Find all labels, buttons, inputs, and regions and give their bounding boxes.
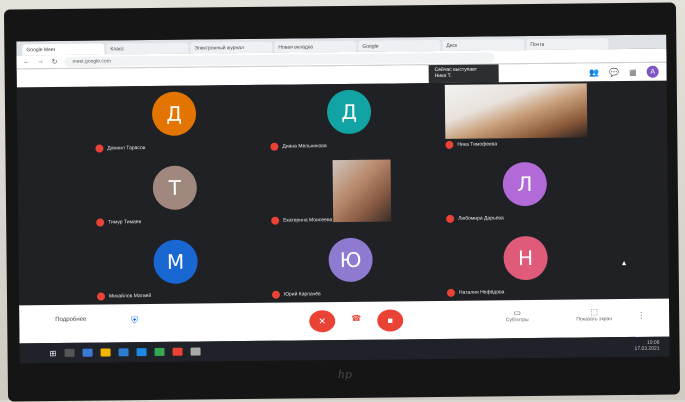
store-icon[interactable] xyxy=(118,348,129,357)
mic-off-icon xyxy=(96,218,105,227)
captions-button[interactable]: ▭ Субтитры xyxy=(487,308,547,324)
browser-tab[interactable]: Почта xyxy=(526,38,609,51)
browser-tab[interactable]: Электронный журнал xyxy=(190,41,273,54)
browser-tab[interactable]: Класс xyxy=(106,42,189,55)
system-tray[interactable]: 10:06 17.03.2021 xyxy=(634,340,659,352)
chat-icon[interactable]: 💬 xyxy=(609,68,619,77)
participant-video xyxy=(332,159,392,223)
grid-icon[interactable]: ▦ xyxy=(629,67,637,76)
participant-tile[interactable]: М Михайлов Матвей xyxy=(90,233,261,305)
mic-off-icon xyxy=(271,216,280,225)
reload-icon[interactable]: ↻ xyxy=(50,57,58,65)
captions-icon: ▭ xyxy=(513,308,521,318)
mic-off-icon xyxy=(270,142,279,151)
camera-toggle-button[interactable]: ■ xyxy=(377,309,404,332)
active-speaker-name: Ника Т. xyxy=(434,72,452,80)
present-icon: ⬚ xyxy=(590,307,598,317)
mic-off-icon xyxy=(96,292,106,301)
hangup-button[interactable]: ☎ xyxy=(351,314,361,323)
participant-avatar: Т xyxy=(152,165,198,210)
mic-off-icon xyxy=(95,144,104,153)
participant-tile[interactable]: Ю Юрий Карпачёв xyxy=(265,231,436,303)
tray-date: 17.03.2021 xyxy=(634,345,660,352)
mic-toggle-button[interactable]: ✕ xyxy=(309,310,336,333)
shield-icon[interactable]: ⛨ xyxy=(131,315,138,326)
camera-off-icon: ■ xyxy=(387,315,394,326)
participant-tile[interactable]: Д Диана Мельникова xyxy=(264,83,435,155)
browser-tab[interactable]: Диск xyxy=(442,39,525,51)
mic-off-icon xyxy=(271,290,281,299)
participant-name: Диана Мельникова xyxy=(282,143,327,150)
participant-tile[interactable]: Л Любомира Дарьева xyxy=(440,155,611,227)
participant-avatar: Н xyxy=(503,235,548,281)
participant-tile[interactable]: Ника Тимофеева xyxy=(439,81,610,153)
phone-icon: ☎ xyxy=(351,313,362,323)
mic-off-icon xyxy=(445,140,454,149)
mic-off-icon: ✕ xyxy=(318,315,327,326)
participant-name: Ника Тимофеева xyxy=(457,141,498,148)
laptop-bezel: Google Meet Класс Электронный журнал Нов… xyxy=(3,2,681,402)
participant-avatar: М xyxy=(153,239,198,284)
participant-grid: Д Даниил Тарасов Д Диана Мельникова Ника… xyxy=(88,81,612,305)
more-options-icon[interactable]: ⋮ xyxy=(637,311,645,320)
participant-tile[interactable]: Д Даниил Тарасов xyxy=(89,85,260,157)
browser-tab[interactable]: Google xyxy=(358,39,441,52)
participant-tile[interactable]: Н Наталия Нефёдова xyxy=(440,229,611,301)
mouse-cursor-icon: ▲ xyxy=(620,260,628,268)
present-label: Показать экран xyxy=(576,316,613,323)
participant-name: Даниил Тарасов xyxy=(107,145,146,152)
mic-off-icon xyxy=(446,288,455,297)
mail-icon[interactable] xyxy=(136,348,147,357)
windows-start-icon[interactable]: ⊞ xyxy=(50,349,57,358)
folder-icon[interactable] xyxy=(100,348,111,357)
people-icon[interactable]: 👥 xyxy=(589,68,599,77)
search-icon[interactable] xyxy=(64,348,75,357)
meeting-details-button[interactable]: Подробнее xyxy=(55,317,86,323)
captions-label: Субтитры xyxy=(505,317,529,324)
browser-tab[interactable]: Google Meet xyxy=(22,43,105,56)
participant-video xyxy=(444,83,588,139)
participant-name: Михайлов Матвей xyxy=(108,293,152,300)
profile-avatar[interactable]: А xyxy=(646,65,659,78)
laptop-screen: Google Meet Класс Электронный журнал Нов… xyxy=(16,34,670,364)
participant-name: Тимур Тимаев xyxy=(108,219,142,226)
participant-name: Наталия Нефёдова xyxy=(458,289,505,296)
participant-name: Любомира Дарьева xyxy=(458,215,504,222)
meet-top-icons: 👥 💬 ▦ А xyxy=(589,65,659,79)
browser-tab[interactable]: Новая вкладка xyxy=(274,40,357,53)
participant-avatar: Д xyxy=(326,89,372,135)
chrome-icon[interactable] xyxy=(172,347,183,356)
forward-icon[interactable]: → xyxy=(36,58,44,65)
app-icon[interactable] xyxy=(154,347,165,356)
active-speaker-info: Сейчас выступает Ника Т. xyxy=(428,64,499,84)
edge-icon[interactable] xyxy=(82,348,93,357)
participant-name: Екатерина Моисеева xyxy=(283,217,333,224)
participant-name: Юрий Карпачёв xyxy=(283,291,321,298)
participant-avatar: Д xyxy=(151,91,197,136)
app-icon[interactable] xyxy=(190,347,201,356)
mic-off-icon xyxy=(446,214,455,223)
participant-tile[interactable]: Екатерина Моисеева xyxy=(265,157,436,229)
participant-tile[interactable]: Т Тимур Тимаев xyxy=(90,159,261,231)
participant-avatar: Ю xyxy=(328,237,373,283)
participant-avatar: Л xyxy=(502,161,548,207)
hp-logo-icon: hp xyxy=(337,367,353,382)
back-icon[interactable]: ← xyxy=(22,58,30,65)
present-button[interactable]: ⬚ Показать экран xyxy=(564,307,624,323)
